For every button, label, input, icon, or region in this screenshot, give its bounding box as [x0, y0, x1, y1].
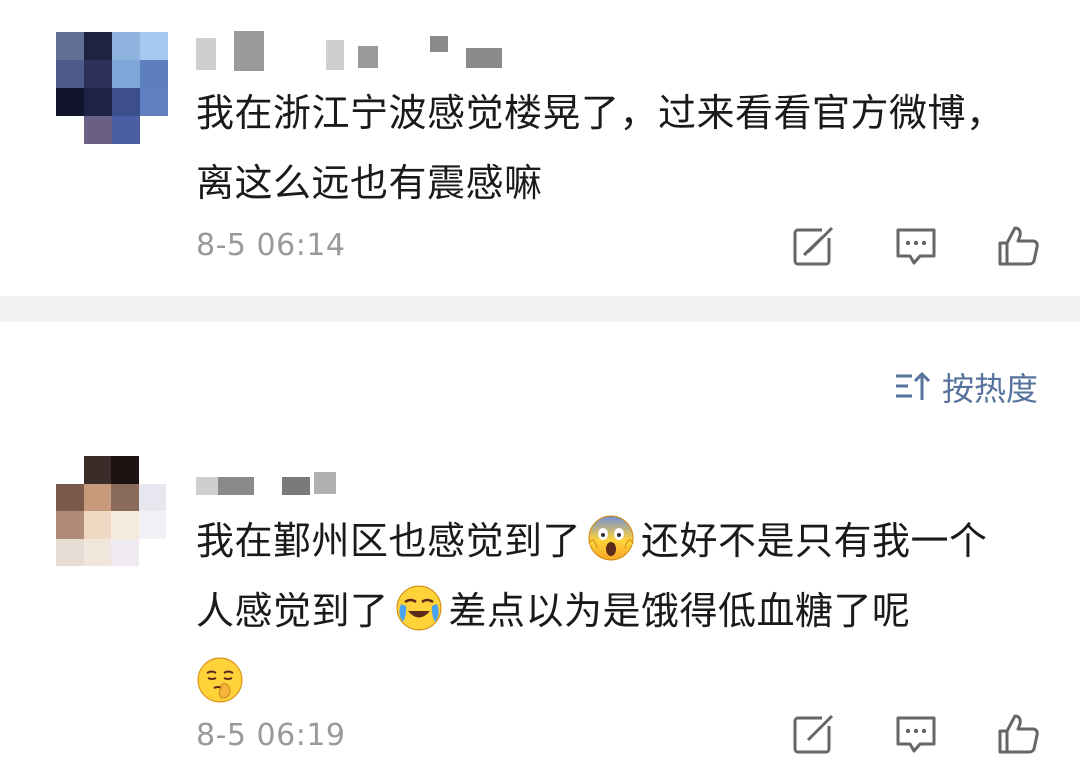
- comment-actions: [792, 712, 1040, 756]
- comment-page: 我在浙江宁波感觉楼晃了，过来看看官方微博，离这么远也有震感嘛 8-5 06:14: [0, 0, 1080, 768]
- shushing-face-emoji: [197, 657, 243, 703]
- share-icon[interactable]: [792, 712, 836, 756]
- comment-text-part: 我在鄞州区也感觉到了: [196, 519, 582, 563]
- username[interactable]: [196, 466, 336, 506]
- comment-icon[interactable]: [894, 712, 938, 756]
- comment-timestamp: 8-5 06:19: [196, 718, 346, 753]
- like-icon[interactable]: [996, 712, 1040, 756]
- comment-text: 我在鄞州区也感觉到了 还好不是只有我一个人感觉到了 差点以为是饿得低血糖了呢: [196, 506, 1026, 716]
- comment-text-part: 差点以为是饿得低血糖了呢: [448, 589, 911, 633]
- comment-item: 我在鄞州区也感觉到了 还好不是只有我一个人感觉到了 差点以为是饿得低血糖了呢 8…: [0, 0, 1080, 768]
- screaming-face-emoji: [588, 515, 634, 561]
- avatar[interactable]: [56, 456, 166, 566]
- loudly-crying-face-emoji: [396, 585, 442, 631]
